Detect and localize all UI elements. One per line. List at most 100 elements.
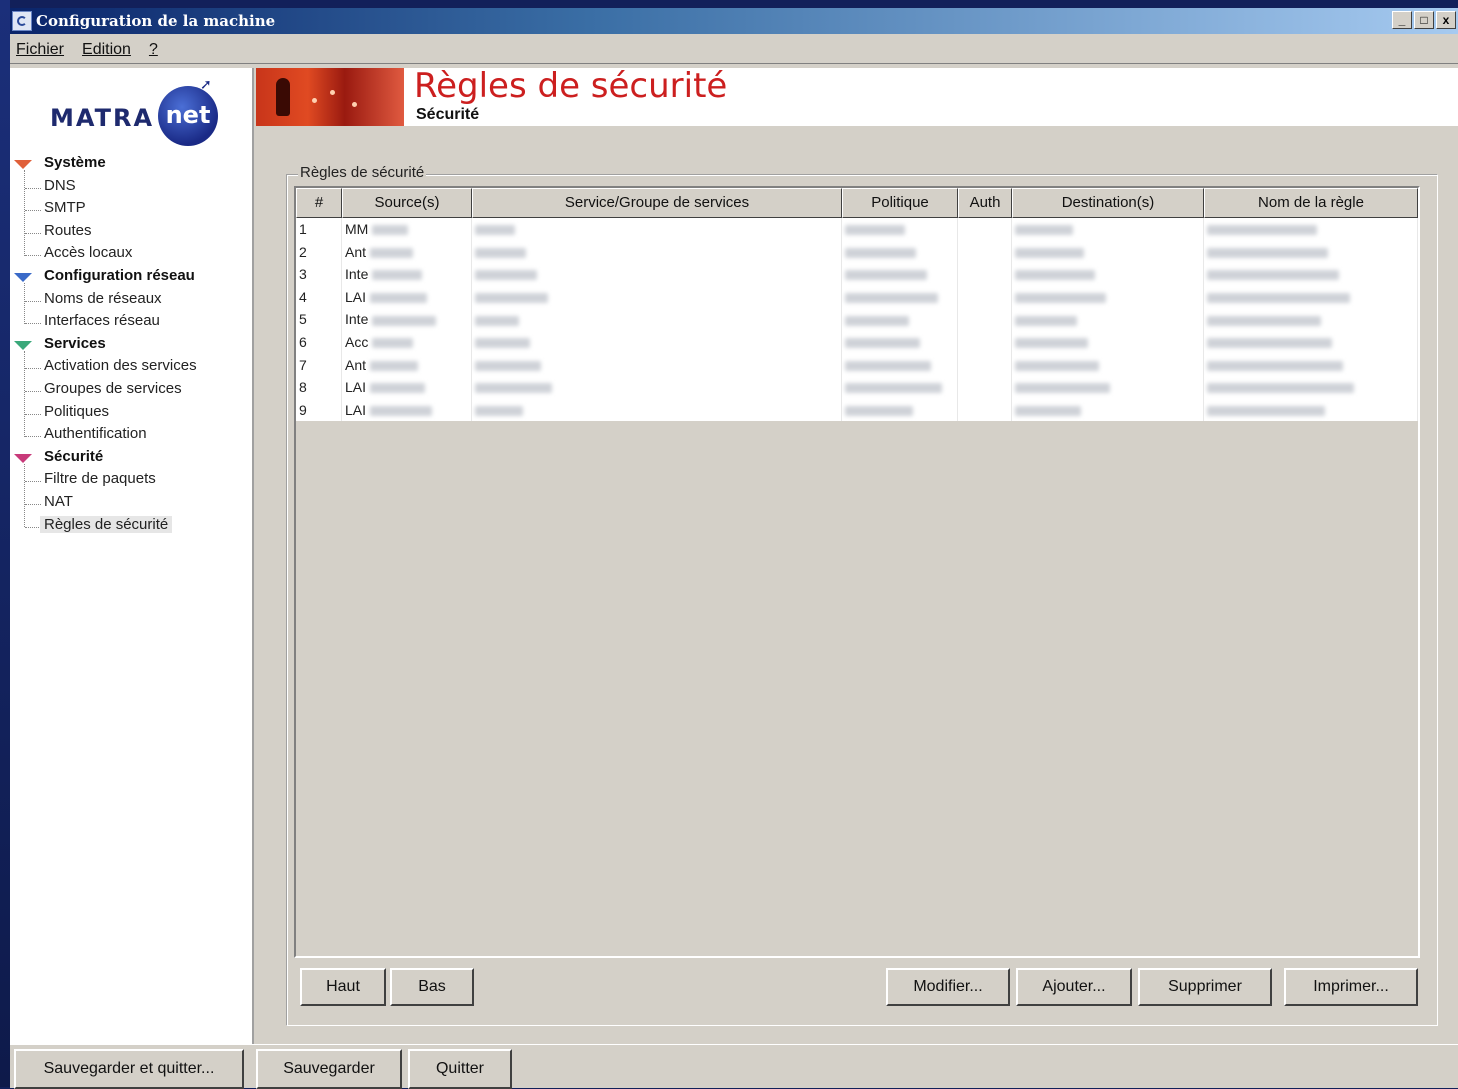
logo-spark-icon: ➚	[200, 76, 212, 92]
table-row[interactable]: 5 Inte	[296, 308, 1418, 331]
menu-help[interactable]: ?	[149, 41, 158, 59]
redacted-text	[372, 315, 437, 326]
redacted-text	[1207, 247, 1328, 258]
redacted-text	[475, 225, 515, 236]
expand-triangle-icon[interactable]	[14, 160, 32, 169]
table-row[interactable]: 3 Inte	[296, 263, 1418, 286]
table-row[interactable]: 1 MM	[296, 218, 1418, 241]
rule-source-text: Ant	[345, 243, 367, 260]
table-row[interactable]: 9 LAI	[296, 398, 1418, 422]
table-row[interactable]: 4 LAI	[296, 285, 1418, 309]
tree-group-1[interactable]: Configuration réseau	[44, 267, 195, 284]
tree-item[interactable]: SMTP	[44, 199, 86, 216]
redacted-text	[845, 360, 931, 371]
redacted-text	[1015, 383, 1110, 394]
rule-source: Acc	[342, 330, 472, 354]
quit-button[interactable]: Quitter	[408, 1049, 512, 1089]
window-controls: _ □ x	[1392, 11, 1456, 29]
rule-cell-redacted	[842, 285, 958, 309]
tree-item[interactable]: Interfaces réseau	[44, 312, 160, 329]
app-icon[interactable]	[12, 11, 32, 31]
rule-cell-redacted	[472, 308, 842, 331]
tree-group-3[interactable]: Sécurité	[44, 448, 103, 465]
tree-group-2[interactable]: Services	[44, 335, 106, 352]
tree-item[interactable]: Groupes de services	[44, 380, 182, 397]
column-header-number[interactable]: #	[296, 188, 342, 218]
column-header-auth[interactable]: Auth	[958, 188, 1012, 218]
title-bar: Configuration de la machine _ □ x	[10, 8, 1458, 34]
table-row[interactable]: 7 Ant	[296, 353, 1418, 377]
logo-badge: net	[158, 86, 218, 146]
rule-cell-redacted	[1012, 285, 1204, 309]
up-button[interactable]: Haut	[300, 968, 386, 1006]
rule-cell-redacted	[472, 330, 842, 354]
redacted-text	[1207, 225, 1317, 236]
redacted-text	[475, 293, 548, 304]
down-button[interactable]: Bas	[390, 968, 474, 1006]
rule-cell-redacted	[842, 398, 958, 422]
column-header-rule-name[interactable]: Nom de la règle	[1204, 188, 1418, 218]
rules-table[interactable]: # Source(s) Service/Groupe de services P…	[294, 186, 1420, 958]
rule-cell-redacted	[1204, 285, 1418, 309]
rule-cell-redacted	[1012, 330, 1204, 354]
tree-item[interactable]: Routes	[44, 222, 92, 239]
sidebar: MATRA net ➚ Système DNS SMTP Routes Accès lo…	[10, 68, 254, 1044]
tree-item[interactable]: Activation des services	[44, 357, 197, 374]
table-row[interactable]: 6 Acc	[296, 330, 1418, 354]
rule-cell-redacted	[958, 376, 1012, 399]
tree-item[interactable]: Filtre de paquets	[44, 470, 156, 487]
tree-item[interactable]: Noms de réseaux	[44, 290, 162, 307]
table-body: 1 MM 2 Ant 3 Inte 4 LAI 5 Inte 6 Acc 7 Ant 8 LAI 9 LAI	[296, 218, 1418, 422]
rule-cell-redacted	[1012, 376, 1204, 399]
save-button[interactable]: Sauvegarder	[256, 1049, 402, 1089]
tree-group-0[interactable]: Système	[44, 154, 106, 171]
redacted-text	[845, 293, 938, 304]
table-row[interactable]: 2 Ant	[296, 240, 1418, 264]
tree-item[interactable]: Politiques	[44, 403, 109, 420]
rule-source-text: LAI	[345, 401, 367, 418]
expand-triangle-icon[interactable]	[14, 273, 32, 282]
redacted-text	[475, 360, 541, 371]
menu-edition[interactable]: Edition	[82, 41, 131, 59]
column-header-destinations[interactable]: Destination(s)	[1012, 188, 1204, 218]
modify-button[interactable]: Modifier...	[886, 968, 1010, 1006]
redacted-text	[372, 338, 414, 349]
bottom-bar: Sauvegarder et quitter... Sauvegarder Qu…	[10, 1044, 1458, 1089]
rule-cell-redacted	[842, 240, 958, 264]
rule-number: 3	[296, 263, 342, 286]
tree-item[interactable]: Authentification	[44, 425, 147, 442]
expand-triangle-icon[interactable]	[14, 453, 32, 463]
table-row[interactable]: 8 LAI	[296, 376, 1418, 399]
delete-button[interactable]: Supprimer	[1138, 968, 1272, 1006]
add-button[interactable]: Ajouter...	[1016, 968, 1132, 1006]
redacted-text	[370, 360, 419, 371]
maximize-button[interactable]: □	[1414, 11, 1434, 29]
rule-source: MM	[342, 218, 472, 241]
save-and-quit-button[interactable]: Sauvegarder et quitter...	[14, 1049, 244, 1089]
redacted-text	[1207, 338, 1332, 349]
rule-cell-redacted	[1204, 398, 1418, 422]
tree-item[interactable]: DNS	[44, 177, 76, 194]
expand-triangle-icon[interactable]	[14, 340, 32, 350]
close-button[interactable]: x	[1436, 11, 1456, 29]
column-header-sources[interactable]: Source(s)	[342, 188, 472, 218]
redacted-text	[370, 406, 433, 417]
minimize-button[interactable]: _	[1392, 11, 1412, 29]
tree-item[interactable]: NAT	[44, 493, 73, 510]
redacted-text	[845, 406, 913, 417]
column-header-policy[interactable]: Politique	[842, 188, 958, 218]
print-button[interactable]: Imprimer...	[1284, 968, 1418, 1006]
tree-item[interactable]: Accès locaux	[44, 244, 132, 261]
rule-cell-redacted	[842, 353, 958, 377]
rule-cell-redacted	[472, 376, 842, 399]
menu-fichier[interactable]: Fichier	[16, 41, 64, 59]
column-header-service[interactable]: Service/Groupe de services	[472, 188, 842, 218]
content-panel: Règles de sécurité Sécurité Règles de sé…	[256, 66, 1458, 1044]
redacted-text	[1207, 406, 1325, 417]
rule-source-text: Inte	[345, 266, 369, 283]
redacted-text	[372, 270, 423, 281]
window-title: Configuration de la machine	[36, 12, 276, 30]
redacted-text	[845, 383, 942, 394]
tree-item[interactable]: Règles de sécurité	[40, 515, 173, 533]
rule-cell-redacted	[1012, 398, 1204, 422]
